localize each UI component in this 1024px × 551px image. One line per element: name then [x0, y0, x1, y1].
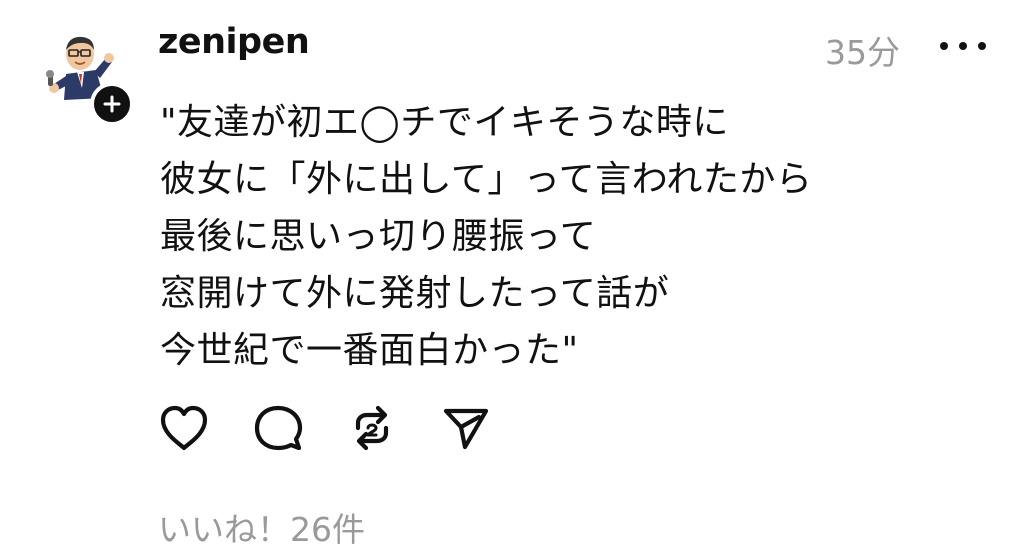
post-line: 窓開けて外に発射したって話が — [160, 273, 670, 314]
post-line: "友達が初エ◯チでイキそうな時に — [160, 102, 729, 143]
repost-icon — [355, 405, 389, 451]
share-button[interactable] — [438, 400, 494, 456]
post-line: 彼女に「外に出して」って言われたから — [160, 159, 813, 200]
comment-button[interactable] — [250, 400, 306, 456]
more-icon — [940, 42, 948, 50]
more-options-button[interactable] — [940, 33, 986, 59]
plus-icon — [103, 95, 121, 113]
likes-count[interactable]: いいね！26件 — [158, 503, 365, 551]
repost-button[interactable] — [344, 400, 400, 456]
like-button[interactable] — [156, 400, 212, 456]
comment-icon — [254, 405, 303, 451]
send-icon — [443, 408, 489, 450]
more-icon-dot — [978, 42, 986, 50]
post-body: "友達が初エ◯チでイキそうな時に 彼女に「外に出して」って言われたから 最後に思… — [160, 94, 812, 379]
post-line: 今世紀で一番面白かった" — [160, 330, 579, 371]
post-timestamp: 35分 — [825, 33, 900, 72]
username[interactable]: zenipen — [158, 22, 310, 62]
post-line: 最後に思いっ切り腰振って — [160, 216, 597, 257]
follow-button[interactable] — [90, 82, 134, 126]
heart-icon — [160, 405, 208, 451]
more-icon-dot — [959, 42, 967, 50]
